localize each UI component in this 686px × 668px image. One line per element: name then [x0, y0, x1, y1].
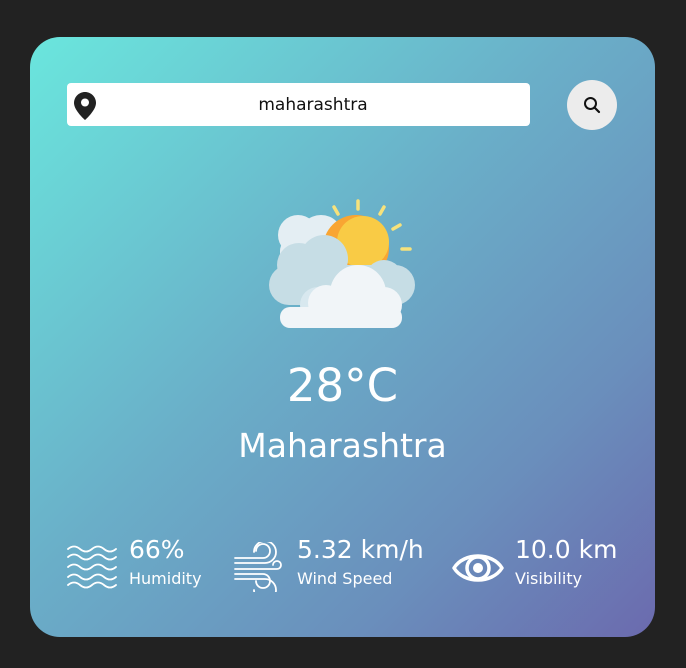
wind-label: Wind Speed: [297, 569, 393, 588]
eye-icon: [452, 554, 504, 582]
humidity-label: Humidity: [129, 569, 202, 588]
wind-value: 5.32 km/h: [297, 535, 424, 564]
map-pin-icon: [74, 92, 96, 120]
search-bar: [67, 83, 530, 126]
search-input[interactable]: [103, 83, 523, 126]
search-button[interactable]: [567, 80, 617, 130]
temperature: 28°C: [286, 359, 399, 412]
city-name: Maharashtra: [238, 426, 447, 465]
waves-icon: [67, 545, 117, 589]
humidity-value: 66%: [129, 535, 185, 564]
wind-icon: [234, 542, 282, 592]
partly-cloudy-sun-icon: [269, 199, 415, 328]
visibility-label: Visibility: [515, 569, 583, 588]
visibility-value: 10.0 km: [515, 535, 618, 564]
weather-card: 28°C Maharashtra 66% Humidity 5.32 km/h …: [30, 37, 655, 637]
search-icon: [584, 97, 601, 114]
